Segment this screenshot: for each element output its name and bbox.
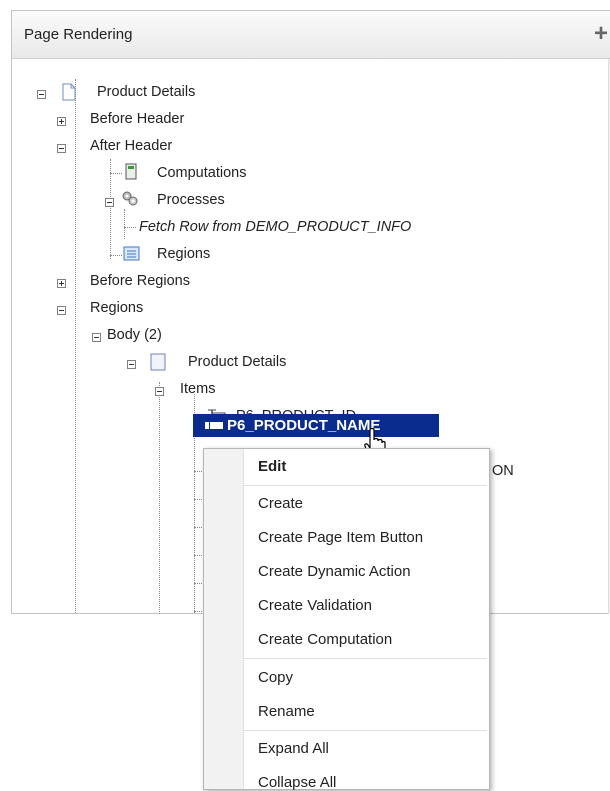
tree-node-computations[interactable]: Computations — [157, 165, 246, 181]
collapse-toggle[interactable] — [57, 306, 66, 315]
menu-item-collapse-all[interactable]: Collapse All — [258, 774, 336, 791]
tree-guide — [110, 173, 122, 174]
collapse-toggle[interactable] — [105, 198, 114, 207]
tree-guide — [124, 227, 136, 228]
tree-node-processes[interactable]: Processes — [157, 192, 225, 208]
collapse-toggle[interactable] — [57, 144, 66, 153]
tree-guide — [124, 209, 125, 239]
menu-item-create-dynamic-action[interactable]: Create Dynamic Action — [258, 563, 411, 580]
context-menu: Edit Create Create Page Item Button Crea… — [203, 448, 490, 791]
menu-separator — [244, 485, 487, 486]
add-icon[interactable]: + — [594, 22, 608, 46]
tree-node-item-name-label: P6_PRODUCT_NAME — [227, 417, 381, 434]
collapse-toggle[interactable] — [127, 360, 136, 369]
collapse-toggle[interactable] — [37, 90, 46, 99]
menu-item-edit[interactable]: Edit — [258, 458, 286, 475]
tree-node-before-header[interactable]: Before Header — [90, 111, 184, 127]
page-icon — [150, 353, 166, 371]
tree-guide — [110, 159, 111, 259]
tree-node-regions[interactable]: Regions — [90, 300, 143, 316]
tree-guide — [159, 382, 160, 614]
tree-guide — [194, 583, 202, 584]
menu-gutter — [204, 449, 244, 789]
menu-item-create-computation[interactable]: Create Computation — [258, 631, 392, 648]
tree-node-before-regions[interactable]: Before Regions — [90, 273, 190, 289]
menu-item-rename[interactable]: Rename — [258, 703, 315, 720]
tree-node-items[interactable]: Items — [180, 381, 215, 397]
panel-header: Page Rendering + — [12, 11, 610, 59]
tree-guide — [194, 527, 202, 528]
menu-item-create-validation[interactable]: Create Validation — [258, 597, 372, 614]
panel-title: Page Rendering — [24, 26, 133, 43]
tree-node-product-details[interactable]: Product Details — [97, 84, 195, 100]
menu-separator — [244, 730, 487, 731]
tree-guide — [194, 555, 202, 556]
tree-guide — [194, 471, 202, 472]
tree-guide — [110, 255, 122, 256]
menu-item-create[interactable]: Create — [258, 495, 303, 512]
text-item-icon — [205, 422, 223, 429]
tree-guide — [75, 79, 76, 614]
menu-item-create-page-item-button[interactable]: Create Page Item Button — [258, 529, 423, 546]
collapse-toggle[interactable] — [92, 333, 101, 342]
tree-guide — [194, 499, 202, 500]
collapse-toggle[interactable] — [155, 387, 164, 396]
tree-node-after-header[interactable]: After Header — [90, 138, 172, 154]
gears-icon — [122, 191, 138, 206]
tree-node-product-details-region[interactable]: Product Details — [188, 354, 286, 370]
tree-node-fetch-row[interactable]: Fetch Row from DEMO_PRODUCT_INFO — [139, 219, 411, 235]
menu-item-expand-all[interactable]: Expand All — [258, 740, 329, 757]
tree-node-body[interactable]: Body (2) — [107, 327, 162, 343]
expand-toggle[interactable] — [57, 279, 66, 288]
tree-node-item-partial[interactable]: ON — [492, 463, 514, 479]
menu-item-copy[interactable]: Copy — [258, 669, 293, 686]
tree-guide — [194, 611, 202, 612]
tree-node-item-name-selected[interactable]: P6_PRODUCT_NAME — [193, 414, 439, 437]
region-icon — [123, 246, 140, 261]
calculator-icon — [125, 163, 137, 180]
tree-node-regions-sub[interactable]: Regions — [157, 246, 210, 262]
page-icon — [62, 83, 76, 101]
expand-toggle[interactable] — [57, 117, 66, 126]
menu-separator — [244, 658, 487, 659]
